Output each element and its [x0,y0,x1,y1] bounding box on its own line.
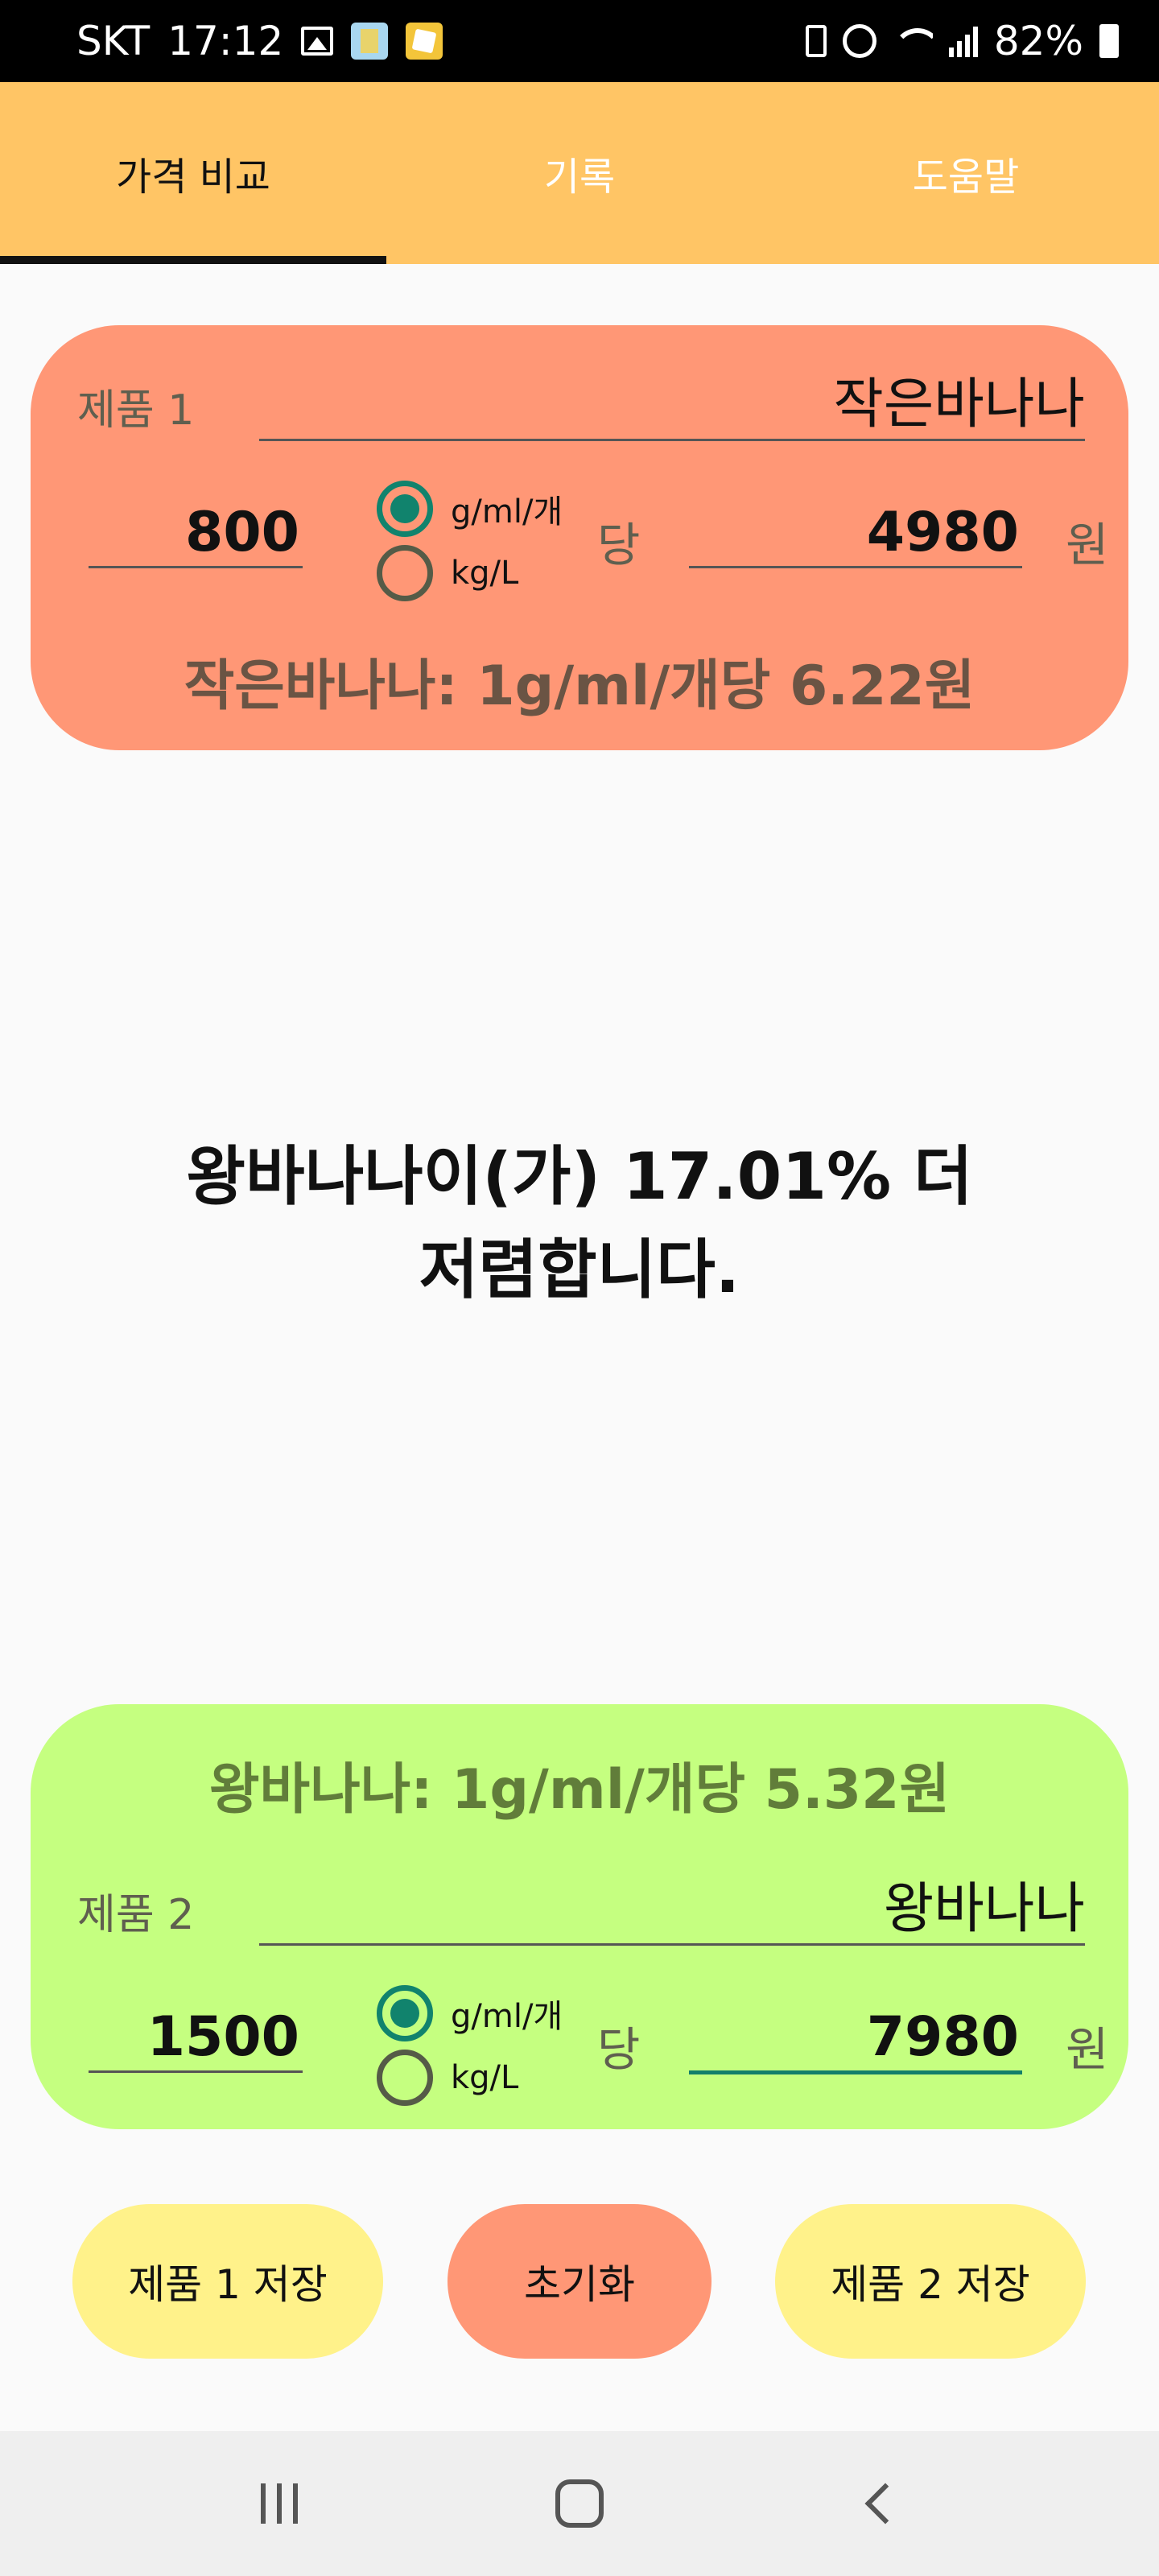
save-product1-button[interactable]: 제품 1 저장 [72,2204,383,2359]
product1-unit-group: g/ml/개 kg/L [377,477,563,605]
tab-bar: 가격 비교 기록 도움말 [0,82,1159,264]
recents-button[interactable] [231,2455,328,2552]
product1-per-label: 당 [597,518,641,572]
save-notification-icon [351,23,389,60]
save-product2-button[interactable]: 제품 2 저장 [775,2204,1086,2359]
product1-card: 제품 1 작은바나나 800 g/ml/개 kg/L 당 4980 원 작은바나… [31,325,1128,750]
wifi-icon [892,25,933,57]
result-line-1: 왕바나나이(가) 17.01% 더 [186,1139,973,1214]
memo-notification-icon [406,23,443,60]
result-line-2: 저렴합니다. [419,1232,740,1307]
unit-option-label: kg/L [451,2059,519,2096]
product2-unit-option-kgl[interactable]: kg/L [377,2046,563,2110]
product1-unit-option-kgl[interactable]: kg/L [377,541,563,605]
tab-history[interactable]: 기록 [386,82,773,264]
comparison-result: 왕바나나이(가) 17.01% 더 저렴합니다. [97,1130,1062,1317]
recents-icon [260,2483,298,2524]
battery-percent: 82% [993,18,1083,64]
product1-label: 제품 1 [77,386,195,435]
reset-button[interactable]: 초기화 [448,2204,711,2359]
home-icon [555,2479,604,2528]
clock: 17:12 [167,18,284,64]
product2-unit-price: 왕바나나: 1g/ml/개당 5.32원 [208,1758,951,1822]
product1-unit-price: 작은바나나: 1g/ml/개당 6.22원 [184,654,975,718]
product1-currency-label: 원 [1066,518,1109,572]
radio-unchecked-icon[interactable] [377,2050,433,2106]
radio-checked-icon[interactable] [377,1985,433,2041]
signal-icon [948,25,978,57]
product1-quantity-input[interactable]: 800 [89,501,303,568]
product2-quantity-input[interactable]: 1500 [89,2005,303,2073]
system-nav-bar [0,2431,1159,2576]
product1-name-input[interactable]: 작은바나나 [259,374,1085,441]
product2-name-input[interactable]: 왕바나나 [259,1879,1085,1946]
product2-label: 제품 2 [77,1891,195,1939]
product2-unit-group: g/ml/개 kg/L [377,1981,563,2110]
product1-quantity-row: 800 g/ml/개 kg/L 당 4980 원 [89,477,1108,605]
unit-option-label: g/ml/개 [451,1998,563,2035]
radio-checked-icon[interactable] [377,481,433,537]
product2-name-row: 제품 2 왕바나나 [77,1873,1085,1946]
alarm-icon [842,24,876,58]
carrier-label: SKT [76,18,151,64]
tab-price-compare[interactable]: 가격 비교 [0,82,386,264]
product2-quantity-row: 1500 g/ml/개 kg/L 당 7980 원 [89,1981,1108,2110]
status-bar: SKT 17:12 82% [0,0,1159,82]
product1-price-input[interactable]: 4980 [689,501,1022,568]
home-button[interactable] [531,2455,628,2552]
unit-option-label: g/ml/개 [451,493,563,530]
product2-per-label: 당 [597,2022,641,2077]
product1-name-row: 제품 1 작은바나나 [77,369,1085,441]
unit-option-label: kg/L [451,555,519,592]
back-icon [864,2483,906,2524]
product2-unit-option-gml[interactable]: g/ml/개 [377,1981,563,2046]
gallery-notification-icon [301,27,334,56]
radio-unchecked-icon[interactable] [377,545,433,601]
battery-saver-icon [805,25,827,57]
battery-icon [1099,24,1119,58]
back-button[interactable] [831,2455,928,2552]
product1-unit-option-gml[interactable]: g/ml/개 [377,477,563,541]
product2-card: 왕바나나: 1g/ml/개당 5.32원 제품 2 왕바나나 1500 g/ml… [31,1704,1128,2129]
product2-currency-label: 원 [1066,2022,1109,2077]
tab-help[interactable]: 도움말 [773,82,1159,264]
product2-price-input[interactable]: 7980 [689,2005,1022,2074]
